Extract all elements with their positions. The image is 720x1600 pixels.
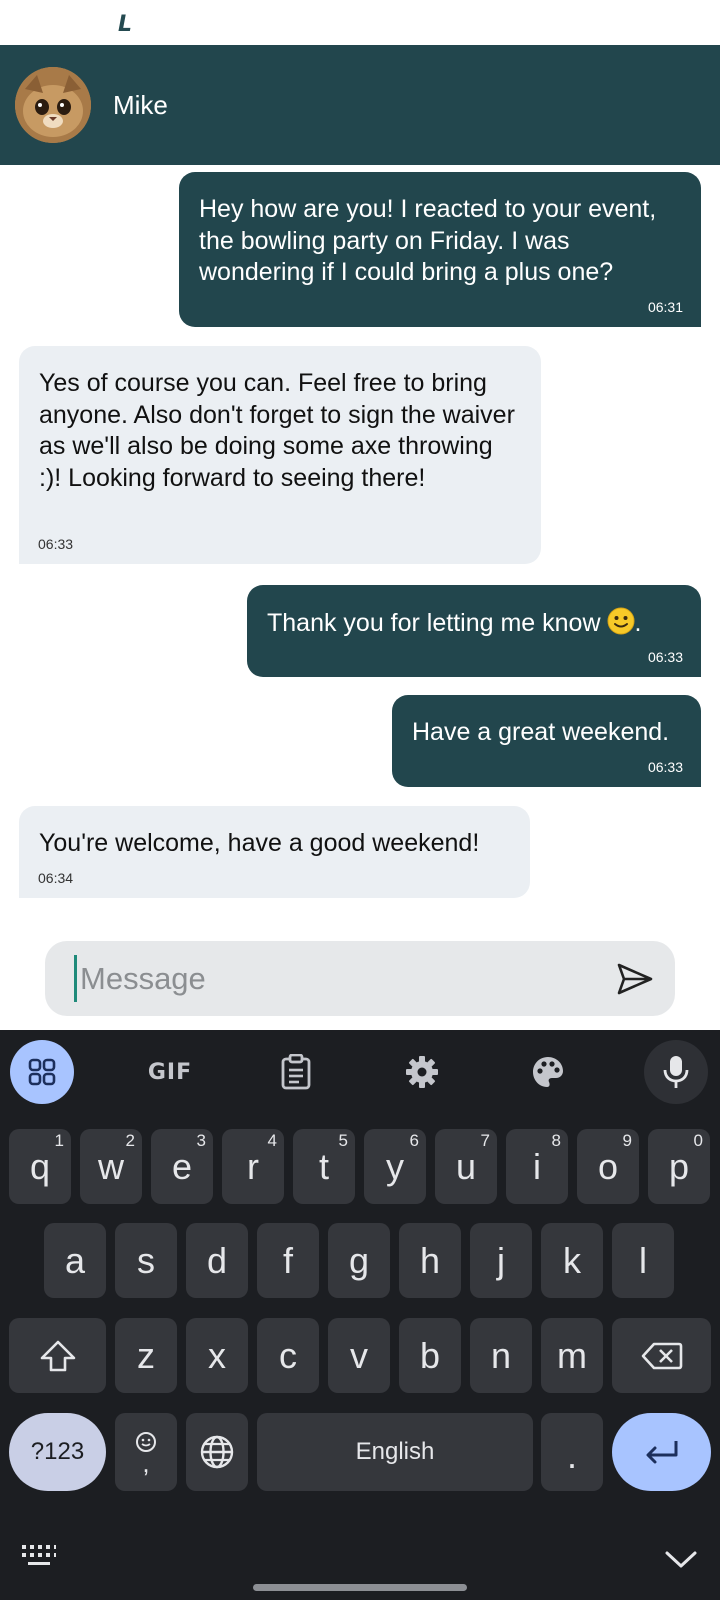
microphone-icon xyxy=(663,1056,689,1088)
key-h[interactable]: h xyxy=(399,1223,461,1298)
key-n[interactable]: n xyxy=(470,1318,532,1393)
message-text: Thank you for letting me know. xyxy=(267,607,681,644)
keyboard: GIF xyxy=(0,1030,720,1600)
message-text: Have a great weekend. xyxy=(412,718,670,746)
key-i[interactable]: i8 xyxy=(506,1129,568,1204)
key-r[interactable]: r4 xyxy=(222,1129,284,1204)
message-bubble-outgoing[interactable]: Have a great weekend. 06:33 xyxy=(392,695,701,787)
key-k[interactable]: k xyxy=(541,1223,603,1298)
comma-label: , xyxy=(142,1448,150,1478)
clipboard-button[interactable] xyxy=(264,1040,328,1104)
hide-keyboard-button[interactable] xyxy=(664,1549,698,1576)
gif-label: GIF xyxy=(147,1059,193,1085)
gear-icon xyxy=(406,1056,438,1088)
keyboard-switch-button[interactable] xyxy=(20,1543,58,1574)
shift-icon xyxy=(40,1340,75,1371)
voice-input-button[interactable] xyxy=(644,1040,708,1104)
navigation-handle[interactable] xyxy=(253,1584,467,1591)
status-bar: L xyxy=(0,0,720,45)
key-c[interactable]: c xyxy=(257,1318,319,1393)
key-t[interactable]: t5 xyxy=(293,1129,355,1204)
key-m[interactable]: m xyxy=(541,1318,603,1393)
text-cursor xyxy=(74,955,77,1002)
message-bubble-incoming[interactable]: You're welcome, have a good weekend! 06:… xyxy=(19,806,530,898)
gif-button[interactable]: GIF xyxy=(138,1040,202,1104)
key-u[interactable]: u7 xyxy=(435,1129,497,1204)
chevron-down-icon xyxy=(665,1551,697,1568)
key-v[interactable]: v xyxy=(328,1318,390,1393)
emoji-comma-key[interactable]: , xyxy=(115,1413,177,1491)
key-a[interactable]: a xyxy=(44,1223,106,1298)
key-o[interactable]: o9 xyxy=(577,1129,639,1204)
key-s[interactable]: s xyxy=(115,1223,177,1298)
message-bubble-outgoing[interactable]: Thank you for letting me know. 06:33 xyxy=(247,585,701,677)
key-e[interactable]: e3 xyxy=(151,1129,213,1204)
key-y[interactable]: y6 xyxy=(364,1129,426,1204)
symbols-key[interactable]: ?123 xyxy=(9,1413,106,1491)
key-x[interactable]: x xyxy=(186,1318,248,1393)
settings-button[interactable] xyxy=(390,1040,454,1104)
cat-avatar-icon xyxy=(15,67,91,143)
message-time: 06:33 xyxy=(647,649,683,665)
shift-key[interactable] xyxy=(9,1318,106,1393)
key-l[interactable]: l xyxy=(612,1223,674,1298)
message-input[interactable] xyxy=(80,951,580,1006)
message-text: You're welcome, have a good weekend! xyxy=(39,829,480,857)
message-composer xyxy=(45,941,675,1016)
message-time: 06:34 xyxy=(38,870,74,886)
key-z[interactable]: z xyxy=(115,1318,177,1393)
status-indicator: L xyxy=(118,12,133,37)
contact-avatar[interactable] xyxy=(15,67,91,143)
contact-name[interactable]: Mike xyxy=(113,90,168,121)
keyboard-menu-button[interactable] xyxy=(10,1040,74,1104)
enter-key[interactable] xyxy=(612,1413,711,1491)
clipboard-icon xyxy=(281,1054,311,1090)
apps-grid-icon xyxy=(28,1058,56,1086)
message-text: Hey how are you! I reacted to your event… xyxy=(199,195,657,286)
enter-icon xyxy=(646,1441,677,1464)
key-f[interactable]: f xyxy=(257,1223,319,1298)
globe-icon xyxy=(200,1435,234,1469)
message-time: 06:33 xyxy=(38,536,74,552)
keyboard-icon xyxy=(22,1545,56,1565)
message-bubble-incoming[interactable]: Yes of course you can. Feel free to brin… xyxy=(19,346,541,564)
message-time: 06:33 xyxy=(647,759,683,775)
backspace-icon xyxy=(641,1342,682,1369)
theme-button[interactable] xyxy=(516,1040,580,1104)
key-g[interactable]: g xyxy=(328,1223,390,1298)
chat-header: Mike xyxy=(0,45,720,165)
key-b[interactable]: b xyxy=(399,1318,461,1393)
key-d[interactable]: d xyxy=(186,1223,248,1298)
send-icon xyxy=(617,963,653,995)
message-text: Yes of course you can. Feel free to brin… xyxy=(39,369,515,492)
key-w[interactable]: w2 xyxy=(80,1129,142,1204)
key-q[interactable]: q1 xyxy=(9,1129,71,1204)
language-key[interactable] xyxy=(186,1413,248,1491)
slightly-smiling-face-icon xyxy=(607,607,635,644)
message-time: 06:31 xyxy=(647,299,683,315)
backspace-key[interactable] xyxy=(612,1318,711,1393)
message-bubble-outgoing[interactable]: Hey how are you! I reacted to your event… xyxy=(179,172,701,327)
space-key[interactable]: English xyxy=(257,1413,533,1491)
send-button[interactable] xyxy=(615,959,655,999)
key-p[interactable]: p0 xyxy=(648,1129,710,1204)
period-key[interactable]: . xyxy=(541,1413,603,1491)
palette-icon xyxy=(533,1057,563,1087)
key-j[interactable]: j xyxy=(470,1223,532,1298)
